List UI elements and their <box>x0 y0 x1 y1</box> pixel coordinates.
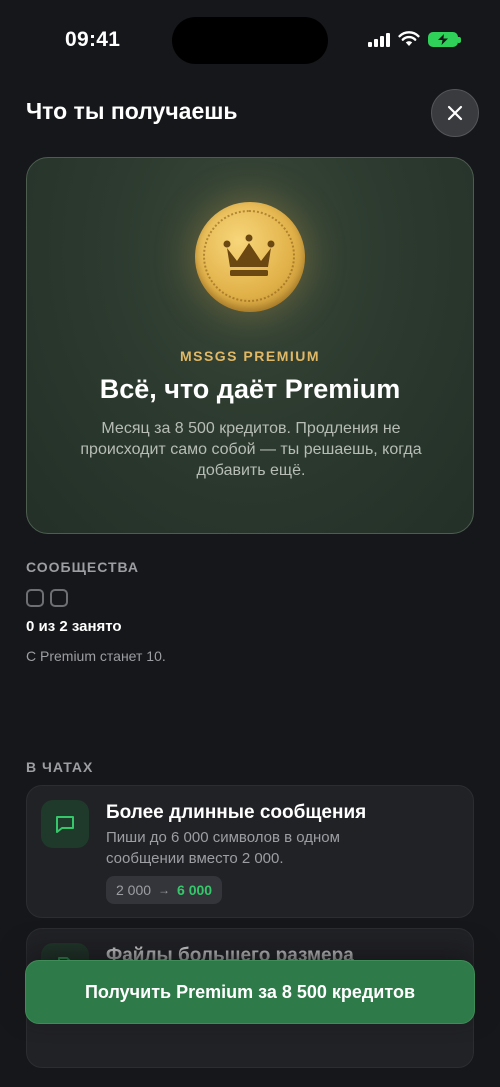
feature-card-longer-messages: Более длинные сообщения Пиши до 6 000 си… <box>26 785 474 918</box>
communities-premium-note: С Premium станет 10. <box>26 648 166 664</box>
close-icon <box>447 105 463 121</box>
communities-section-label: СООБЩЕСТВА <box>26 559 140 575</box>
community-slot-empty <box>26 589 44 607</box>
premium-eyebrow: MSSGS PREMIUM <box>179 348 321 364</box>
crown-coin-icon <box>195 202 305 312</box>
arrow-right-icon: → <box>158 883 171 897</box>
cellular-signal-icon <box>368 31 390 47</box>
status-time: 09:41 <box>65 28 121 51</box>
message-icon <box>41 800 89 848</box>
crown-icon <box>223 234 275 276</box>
close-button[interactable] <box>431 89 479 137</box>
limit-to: 6 000 <box>177 882 213 898</box>
community-slot-empty <box>50 589 68 607</box>
feature-title: Более длинные сообщения <box>106 802 367 823</box>
status-icons <box>368 31 461 47</box>
status-bar: 09:41 <box>0 0 500 80</box>
dynamic-island <box>172 17 328 64</box>
premium-hero-card: MSSGS PREMIUM Всё, что даёт Premium Меся… <box>26 157 474 534</box>
hero-description: Месяц за 8 500 кредитов. Продления не пр… <box>80 420 422 479</box>
limit-comparison-chip: 2 000 → 6 000 <box>106 876 223 904</box>
feature-description: Пиши до 6 000 символов в одном сообщении… <box>106 829 340 867</box>
battery-charging-icon <box>428 31 461 47</box>
community-slots <box>26 589 68 607</box>
page-title: Что ты получаешь <box>26 98 238 124</box>
hero-title: Всё, что даёт Premium <box>99 374 401 404</box>
chats-section-label: В ЧАТАХ <box>26 759 94 775</box>
wifi-icon <box>398 31 420 46</box>
limit-from: 2 000 <box>116 882 152 898</box>
get-premium-button[interactable]: Получить Premium за 8 500 кредитов <box>25 960 475 1024</box>
communities-occupied-count: 0 из 2 занято <box>26 618 122 635</box>
